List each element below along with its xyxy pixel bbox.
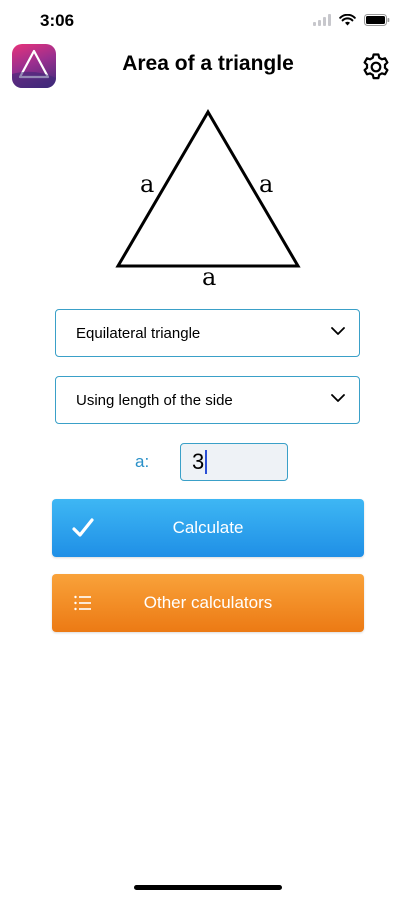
- side-label-bottom: a: [202, 263, 217, 291]
- calculate-button[interactable]: Calculate: [52, 499, 364, 557]
- method-select[interactable]: Using length of the side: [55, 376, 360, 424]
- wifi-icon: [339, 14, 356, 26]
- status-icons: [313, 14, 390, 26]
- status-bar: 3:06: [0, 0, 416, 44]
- side-a-input[interactable]: 3: [180, 443, 288, 481]
- calculate-label: Calculate: [172, 518, 244, 537]
- side-a-value: 3: [192, 449, 205, 474]
- side-label-right: a: [259, 170, 274, 198]
- page-title: Area of a triangle: [122, 52, 294, 75]
- triangle-type-select[interactable]: Equilateral triangle: [55, 309, 360, 357]
- list-icon: [74, 595, 91, 611]
- side-a-label: a:: [135, 452, 150, 471]
- side-label-left: a: [140, 170, 155, 198]
- checkmark-icon: [72, 518, 94, 537]
- battery-icon: [364, 14, 390, 26]
- gear-icon[interactable]: [360, 51, 392, 83]
- other-calculators-label: Other calculators: [143, 593, 273, 612]
- text-caret: [205, 450, 208, 474]
- method-value: Using length of the side: [76, 391, 233, 409]
- triangle-type-value: Equilateral triangle: [76, 324, 201, 342]
- other-calculators-button[interactable]: Other calculators: [52, 574, 364, 632]
- status-time: 3:06: [40, 11, 75, 30]
- chevron-down-icon: [331, 327, 345, 335]
- triangle-diagram: a a a: [100, 100, 316, 300]
- chevron-down-icon: [331, 394, 345, 402]
- cellular-signal-icon: [313, 14, 331, 26]
- home-indicator[interactable]: [134, 885, 282, 890]
